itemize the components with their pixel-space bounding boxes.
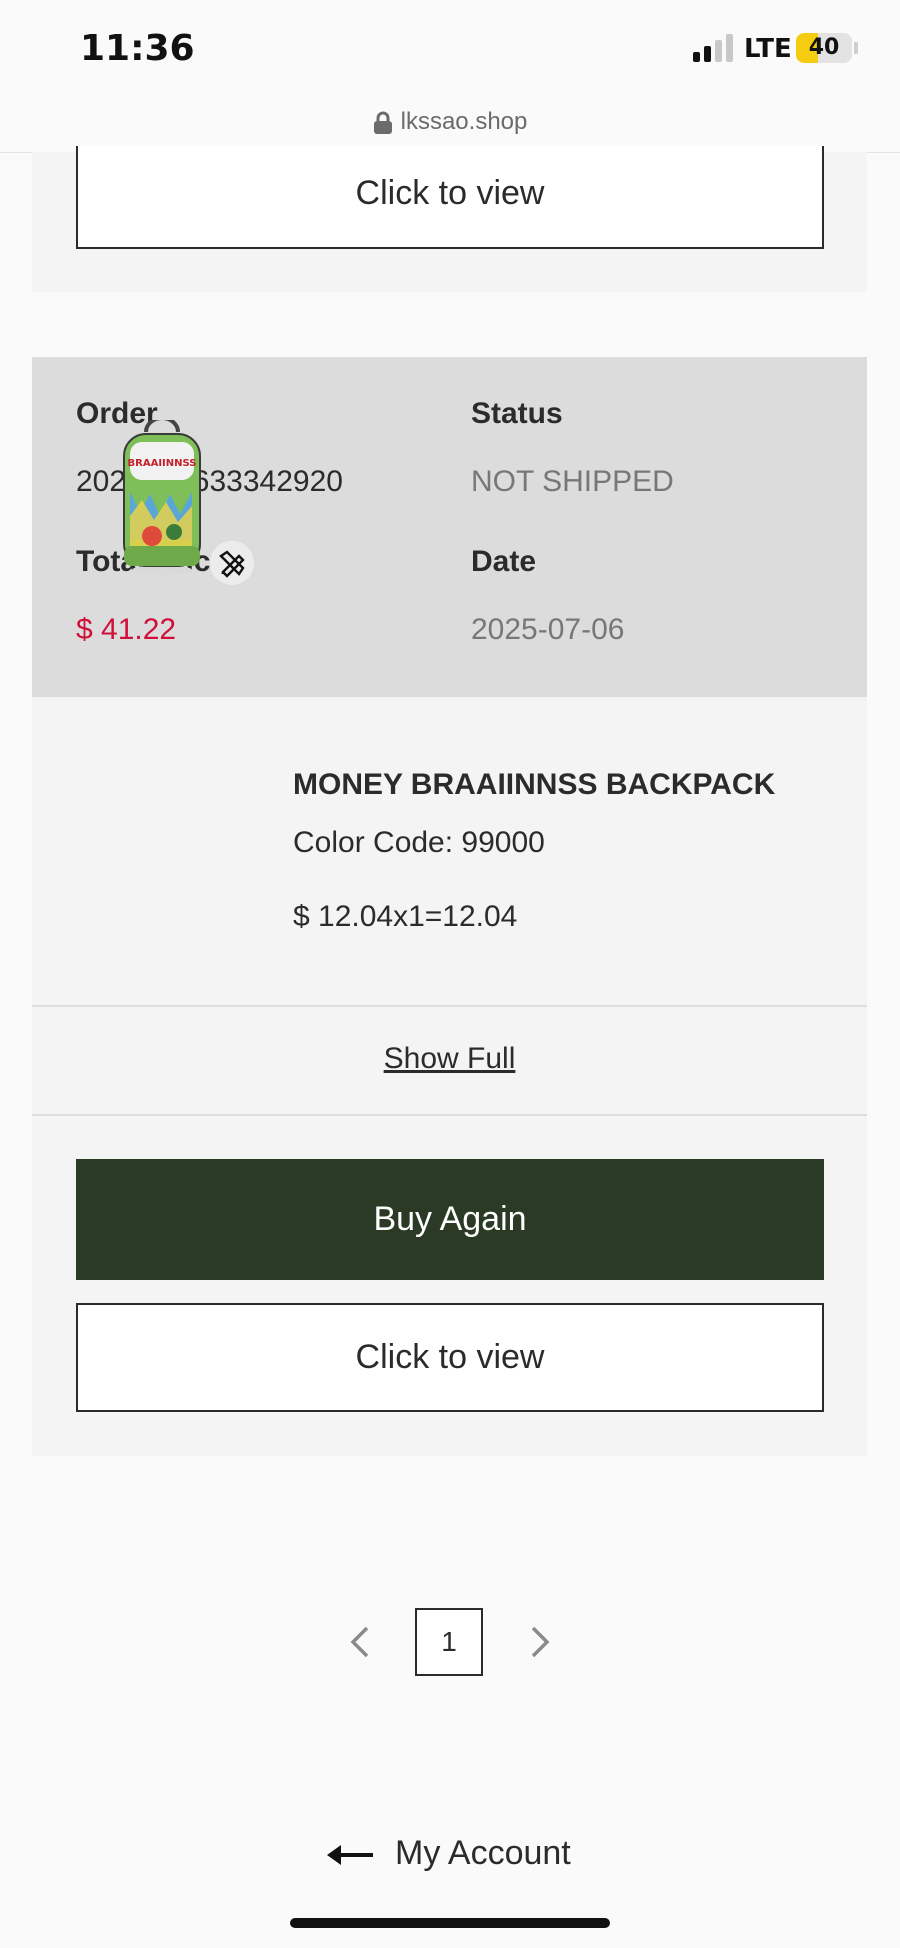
next-page-chevron-icon[interactable] bbox=[525, 1624, 555, 1660]
status-bar: 11:36 LTE 40 bbox=[0, 0, 900, 100]
battery-tip bbox=[854, 42, 858, 54]
previous-order-view-button[interactable]: Click to view bbox=[76, 146, 824, 249]
edit-item-button[interactable] bbox=[210, 541, 254, 585]
date-value: 2025-07-06 bbox=[471, 613, 625, 646]
product-color-code: Color Code: 99000 bbox=[293, 826, 545, 859]
page-number-current[interactable]: 1 bbox=[415, 1608, 483, 1676]
battery-percent: 40 bbox=[808, 35, 840, 60]
date-label: Date bbox=[471, 545, 537, 578]
previous-page-chevron-icon[interactable] bbox=[345, 1624, 375, 1660]
url-text: lkssao.shop bbox=[400, 108, 528, 135]
status-label: Status bbox=[471, 397, 563, 430]
back-to-account-label: My Account bbox=[395, 1834, 571, 1872]
clock: 11:36 bbox=[80, 28, 195, 69]
lock-icon bbox=[373, 111, 392, 134]
arrow-left-icon bbox=[327, 1845, 373, 1865]
show-full-link[interactable]: Show Full bbox=[32, 1042, 867, 1076]
divider bbox=[32, 1114, 867, 1116]
pencil-ruler-icon bbox=[219, 550, 245, 578]
home-indicator[interactable] bbox=[290, 1918, 610, 1928]
status-value: NOT SHIPPED bbox=[471, 465, 674, 498]
cellular-signal-icon bbox=[693, 34, 733, 62]
network-type: LTE bbox=[744, 34, 792, 64]
order-view-button[interactable]: Click to view bbox=[76, 1303, 824, 1412]
battery-icon: 40 bbox=[796, 33, 852, 63]
product-name[interactable]: MONEY BRAAIINNSS BACKPACK bbox=[293, 768, 775, 802]
thumbnail-brand-text: BRAAIINNSS bbox=[128, 458, 197, 469]
total-price-value: $ 41.22 bbox=[76, 613, 177, 646]
divider bbox=[32, 1005, 867, 1007]
buy-again-button[interactable]: Buy Again bbox=[76, 1159, 824, 1280]
product-price-line: $ 12.04x1=12.04 bbox=[293, 900, 518, 933]
